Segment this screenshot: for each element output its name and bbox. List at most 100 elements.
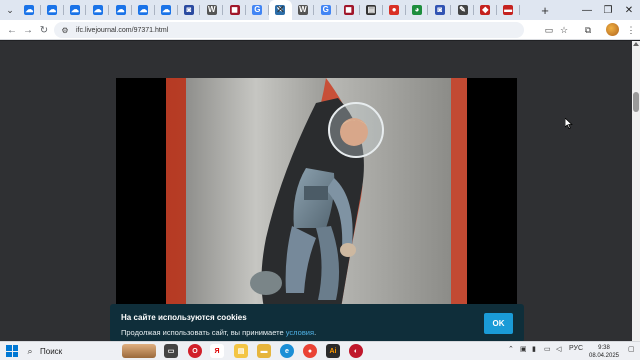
- page-scrollbar[interactable]: [632, 41, 640, 341]
- blue-bird-icon: ☁: [69, 5, 80, 15]
- taskbar-search[interactable]: ⌕ Поиск: [24, 344, 114, 359]
- pin-icon: ●: [389, 5, 400, 15]
- blue-bird-icon: ☁: [47, 5, 58, 15]
- scroll-up-arrow-icon[interactable]: [633, 42, 639, 46]
- edge-icon[interactable]: e: [280, 344, 294, 358]
- restore-window-icon[interactable]: ❐: [597, 0, 619, 20]
- news-widget-icon[interactable]: [122, 344, 156, 358]
- browser-tab[interactable]: ▬: [497, 0, 520, 20]
- wikipedia-icon: W: [206, 5, 217, 15]
- illustrator-icon[interactable]: Ai: [326, 344, 340, 358]
- tray-mic-icon[interactable]: ▮: [532, 345, 536, 353]
- cookie-accept-button[interactable]: OK: [484, 313, 513, 334]
- blue-square-icon: ◙: [434, 5, 445, 15]
- blue-bird-icon: ☁: [161, 5, 172, 15]
- back-icon[interactable]: ←: [4, 22, 20, 38]
- scrollbar-thumb[interactable]: [633, 92, 639, 112]
- red-bar-icon: ▬: [503, 5, 514, 15]
- browser-tab[interactable]: W: [200, 0, 223, 20]
- browser-tab[interactable]: ☁: [64, 0, 87, 20]
- video-frame-image: [166, 78, 467, 308]
- url-text[interactable]: ifc.livejournal.com/97371.html: [76, 27, 168, 34]
- blue-bird-icon: ☁: [115, 5, 126, 15]
- browser-tab[interactable]: ◼: [223, 0, 246, 20]
- cookie-banner-title: На сайте используются cookies: [121, 313, 247, 322]
- close-tab-icon[interactable]: ✕: [274, 3, 287, 16]
- astronaut-still-image: [166, 78, 467, 308]
- cast-icon[interactable]: ▭: [542, 23, 556, 37]
- pinned-site-icon: ◙: [183, 5, 194, 15]
- red-drop-icon: ◆: [480, 5, 491, 15]
- language-indicator[interactable]: РУС: [569, 345, 583, 352]
- terms-link[interactable]: условия: [286, 328, 314, 337]
- address-bar[interactable]: ⚙ ifc.livejournal.com/97371.html: [54, 22, 524, 38]
- opera-icon[interactable]: O: [188, 344, 202, 358]
- cookie-banner: На сайте используются cookies Продолжая …: [110, 304, 524, 341]
- red-site-icon: ◼: [229, 5, 240, 15]
- tab-search-dropdown-icon[interactable]: ⌄: [3, 3, 17, 17]
- browser-tab[interactable]: W: [292, 0, 315, 20]
- browser-tab[interactable]: G: [246, 0, 269, 20]
- new-tab-button[interactable]: +: [538, 2, 552, 18]
- profile-avatar[interactable]: [606, 23, 619, 36]
- volume-icon[interactable]: ◁: [556, 345, 561, 353]
- browser-tab[interactable]: ✎: [451, 0, 474, 20]
- red-app-icon[interactable]: ◐: [349, 344, 363, 358]
- yandex-browser-icon[interactable]: Я: [210, 344, 224, 358]
- browser-tab[interactable]: ◼: [337, 0, 360, 20]
- search-icon: ⌕: [27, 346, 33, 356]
- start-windows-icon[interactable]: [6, 345, 18, 357]
- cookie-banner-message: Продолжая использовать сайт, вы принимае…: [121, 328, 286, 337]
- menu-kebab-icon[interactable]: ⋮: [624, 23, 638, 37]
- google-icon: G: [320, 5, 331, 15]
- red-site-icon: ◼: [343, 5, 354, 15]
- blue-bird-icon: ☁: [92, 5, 103, 15]
- browser-tab[interactable]: ☁: [18, 0, 41, 20]
- windows-taskbar: ⌕ Поиск ▭ O Я ▤ ▬ e ● Ai ◐ ⌃ ▣ ▮ ▭ ◁ РУС…: [0, 341, 640, 360]
- cookie-banner-period: .: [314, 328, 317, 337]
- chrome-icon[interactable]: ●: [303, 344, 317, 358]
- minimize-window-icon[interactable]: —: [576, 0, 598, 20]
- clock-date: 08.04.2025: [588, 353, 620, 359]
- blue-bird-icon: ☁: [24, 5, 35, 15]
- browser-toolbar: ← → ↻ ⚙ ifc.livejournal.com/97371.html ▭…: [0, 20, 640, 40]
- browser-tab[interactable]: ◕: [406, 0, 429, 20]
- reload-icon[interactable]: ↻: [36, 22, 52, 38]
- browser-tab[interactable]: ◙: [178, 0, 201, 20]
- file-explorer-icon[interactable]: ▤: [234, 344, 248, 358]
- tab-list: ☁ ☁ ☁ ☁ ☁ ☁ ☁ ◙ W ◼ G ✎ W G ◼ ▤ ● ◕ ◙ ✎ ◆ ▬: [18, 0, 520, 20]
- browser-tab[interactable]: ☁: [155, 0, 178, 20]
- mouse-cursor-icon: [565, 118, 573, 129]
- taskbar-clock[interactable]: 9:38 08.04.2025: [584, 344, 624, 360]
- network-icon[interactable]: ▭: [544, 345, 551, 353]
- extensions-icon[interactable]: ⧉: [581, 23, 595, 37]
- task-view-icon[interactable]: ▭: [164, 344, 178, 358]
- page-viewport: На сайте используются cookies Продолжая …: [0, 41, 632, 341]
- bookmark-star-icon[interactable]: ☆: [557, 23, 571, 37]
- browser-tab[interactable]: ●: [383, 0, 406, 20]
- tray-chevron-icon[interactable]: ⌃: [508, 345, 514, 353]
- clock-time: 9:38: [598, 345, 610, 351]
- browser-tab[interactable]: ◙: [428, 0, 451, 20]
- notifications-icon[interactable]: ▢: [628, 345, 635, 353]
- browser-tab[interactable]: ▤: [360, 0, 383, 20]
- google-icon: G: [252, 5, 263, 15]
- taskbar-search-label: Поиск: [40, 347, 63, 356]
- browser-tab[interactable]: ☁: [109, 0, 132, 20]
- browser-tab[interactable]: ◆: [474, 0, 497, 20]
- green-site-icon: ◕: [411, 5, 422, 15]
- cookie-banner-text: Продолжая использовать сайт, вы принимае…: [121, 328, 316, 337]
- tab-strip: ⌄ ☁ ☁ ☁ ☁ ☁ ☁ ☁ ◙ W ◼ G ✎ W G ◼ ▤ ● ◕ ◙ ✎ ◆ ▬ ✕ + — ❐ ✕: [0, 0, 640, 20]
- folder-icon[interactable]: ▬: [257, 344, 271, 358]
- close-window-icon[interactable]: ✕: [618, 0, 640, 20]
- browser-tab[interactable]: ☁: [41, 0, 64, 20]
- dark-site-icon: ▤: [366, 5, 377, 15]
- browser-tab[interactable]: ☁: [132, 0, 155, 20]
- site-info-icon[interactable]: ⚙: [58, 23, 72, 37]
- blue-bird-icon: ☁: [138, 5, 149, 15]
- tray-app-icon[interactable]: ▣: [520, 345, 527, 353]
- forward-icon[interactable]: →: [20, 22, 36, 38]
- video-player[interactable]: [116, 78, 517, 308]
- browser-tab[interactable]: ☁: [86, 0, 109, 20]
- browser-tab[interactable]: G: [314, 0, 337, 20]
